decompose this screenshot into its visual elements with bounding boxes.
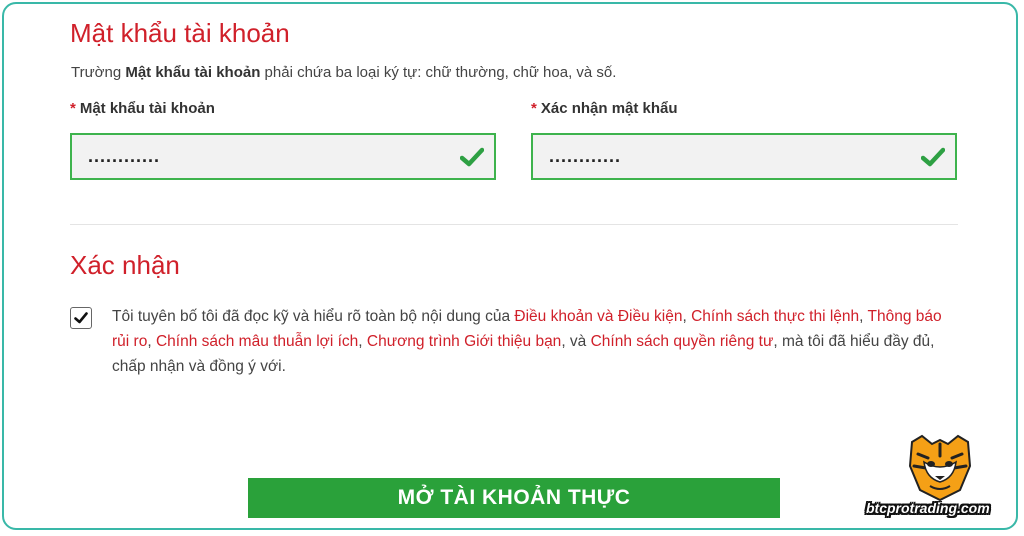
separator: ,: [147, 333, 156, 350]
privacy-policy-link[interactable]: Chính sách quyền riêng tư: [591, 333, 774, 350]
password-value: ............: [88, 146, 161, 166]
password-label: * Mật khẩu tài khoản: [70, 100, 215, 117]
referral-program-link[interactable]: Chương trình Giới thiệu bạn: [367, 333, 561, 350]
check-icon: [460, 147, 484, 167]
help-prefix: Trường: [71, 64, 126, 81]
execution-policy-link[interactable]: Chính sách thực thi lệnh: [691, 308, 859, 325]
confirm-password-input[interactable]: ............: [531, 133, 957, 180]
password-section-title: Mật khẩu tài khoản: [70, 18, 290, 48]
confirm-password-label: * Xác nhận mật khẩu: [531, 100, 678, 117]
help-suffix: phải chứa ba loại ký tự: chữ thường, chữ…: [260, 64, 617, 81]
password-label-text: Mật khẩu tài khoản: [79, 100, 215, 117]
confirm-password-value: ............: [549, 146, 622, 166]
confirm-section-title: Xác nhận: [70, 250, 180, 280]
password-help-text: Trường Mật khẩu tài khoản phải chứa ba l…: [71, 64, 616, 81]
terms-link[interactable]: Điều khoản và Điều kiện: [514, 308, 682, 325]
open-real-account-button[interactable]: MỞ TÀI KHOẢN THỰC: [248, 478, 780, 518]
consent-text: Tôi tuyên bố tôi đã đọc kỹ và hiểu rõ to…: [112, 304, 962, 379]
separator: , và: [561, 333, 591, 350]
section-divider: [70, 224, 958, 225]
checkmark-icon: [74, 312, 88, 324]
help-bold: Mật khẩu tài khoản: [125, 64, 261, 81]
separator: ,: [682, 308, 692, 325]
tiger-head-icon: [908, 434, 972, 502]
required-mark: *: [531, 100, 537, 117]
brand-watermark: btcprotrading.com: [866, 500, 990, 516]
required-mark: *: [70, 100, 76, 117]
separator: ,: [358, 333, 367, 350]
password-input[interactable]: ............: [70, 133, 496, 180]
confirm-password-label-text: Xác nhận mật khẩu: [540, 100, 678, 117]
consent-text-start: Tôi tuyên bố tôi đã đọc kỹ và hiểu rõ to…: [112, 308, 515, 325]
check-icon: [921, 147, 945, 167]
conflict-policy-link[interactable]: Chính sách mâu thuẫn lợi ích: [156, 333, 358, 350]
agree-checkbox[interactable]: [70, 307, 92, 329]
